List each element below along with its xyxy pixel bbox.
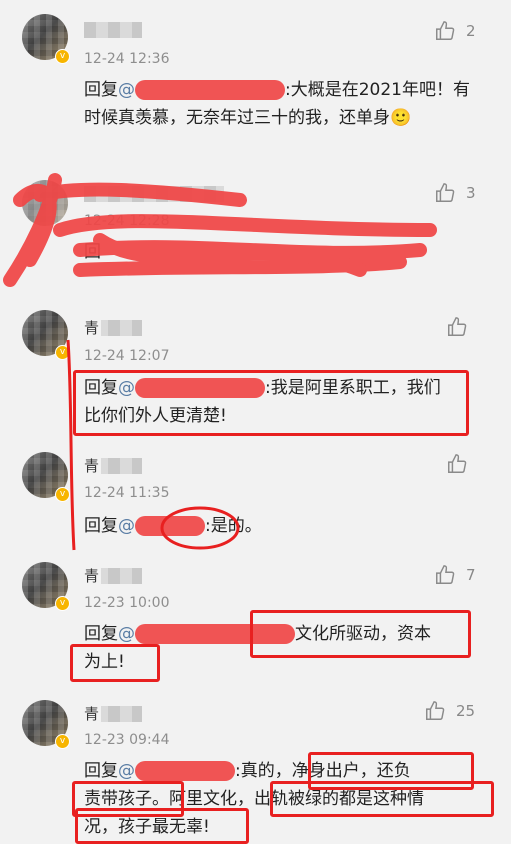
thumbs-up-icon [426,701,445,720]
reply-prefix: 回 [84,242,101,262]
avatar[interactable] [22,180,68,226]
username-redacted[interactable] [84,186,224,202]
reply-body-line1: 文化所驱动，资本 [295,624,431,644]
comment-time: 12-24 11:35 [84,485,170,501]
mention-link[interactable]: @ [118,624,135,644]
thumbs-up-icon [436,183,455,202]
comment-time: 12-24 12:07 [84,348,170,364]
mention-link[interactable]: @ [118,378,135,398]
reply-prefix: 回复 [84,761,118,781]
like-button[interactable]: 7 [434,564,476,586]
redaction [135,624,295,644]
verified-badge-icon: v [55,596,70,611]
reply-body-line2: 为上! [84,652,125,672]
like-count: 3 [466,184,476,202]
username[interactable]: 青 [84,568,142,584]
comment-text: 回复@ 文化所驱动，资本为上! [84,620,474,676]
comment-time: 12-23 10:00 [84,595,170,611]
thumbs-up-icon [448,317,467,336]
redaction [135,378,265,398]
comment-text: 回复@:大概是在2021年吧！有时候真羡慕，无奈年过三十的我，还单身🙂 [84,76,479,132]
mention-link[interactable]: @ [118,80,135,100]
redaction [135,516,205,536]
reply-prefix: 回复 [84,516,118,536]
username[interactable]: 青 [84,458,142,474]
redaction-scribble [3,173,437,287]
thumbs-up-icon [448,454,467,473]
reply-prefix: 回复 [84,80,118,100]
verified-badge-icon: v [55,734,70,749]
comment-text: 回 [84,238,484,266]
verified-badge-icon: v [55,487,70,502]
username[interactable]: 青 [84,320,142,336]
verified-badge-icon: v [55,49,70,64]
comment-time: 12-23 09:44 [84,732,170,748]
verified-badge-icon: v [55,345,70,360]
like-button[interactable]: 3 [434,182,476,204]
reply-prefix: 回复 [84,378,118,398]
like-count: 25 [456,702,476,720]
like-count: 2 [466,22,476,40]
redaction [135,80,285,100]
like-button[interactable]: 25 [424,700,475,722]
thumbs-up-icon [436,565,455,584]
mention-link[interactable]: @ [118,761,135,781]
comment-time: 12-24 12:36 [84,51,170,67]
like-button[interactable] [446,316,468,338]
comment-text: 回复@ :是的。 [84,512,484,540]
mention-link[interactable]: @ [118,516,135,536]
reply-body-line3: 况，孩子最无辜! [84,817,210,837]
comment-text: 回复@:我是阿里系职工，我们比你们外人更清楚! [84,374,454,430]
smile-emoji-icon: 🙂 [390,108,412,128]
username[interactable]: 青 [84,706,142,722]
reply-body: :是的。 [205,516,262,536]
like-button[interactable] [446,453,468,475]
reply-body-line1: :真的，净身出户，还负 [235,761,411,781]
like-count: 7 [466,566,476,584]
comment-text: 回复@ :真的，净身出户，还负责带孩子。阿里文化，出轨被绿的都是这种情 况，孩子最无… [84,757,494,841]
like-button[interactable]: 2 [434,20,476,42]
username-redacted[interactable] [84,22,142,38]
reply-body-line2: 责带孩子。阿里文化，出轨被绿的都是这种情 [84,789,424,809]
thumbs-up-icon [436,21,455,40]
reply-prefix: 回复 [84,624,118,644]
comment-time: 12-24 12:28 [84,213,170,229]
redaction [135,761,235,781]
